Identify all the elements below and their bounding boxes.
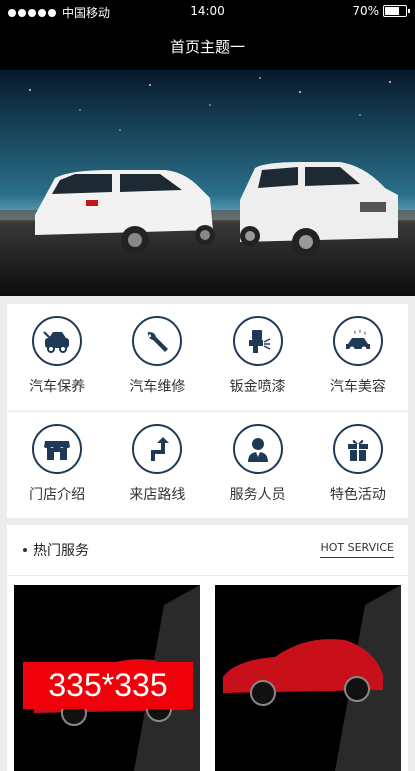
service-label: 钣金喷漆 xyxy=(229,379,286,395)
service-label: 汽车维修 xyxy=(129,379,186,395)
image-size-placeholder: 335*335 xyxy=(23,662,193,709)
gift-icon xyxy=(332,424,383,474)
car-maintenance-icon xyxy=(32,316,83,366)
service-item-beauty[interactable]: 汽车美容 xyxy=(308,304,408,411)
store-icon xyxy=(32,424,83,474)
product-card[interactable]: 335*335 xyxy=(14,585,200,771)
page-title: 首页主题一 xyxy=(0,24,415,70)
service-label: 汽车美容 xyxy=(329,379,386,395)
car-wash-icon xyxy=(332,316,383,366)
service-row: 汽车保养 汽车维修 钣金喷漆 汽车美容 xyxy=(7,304,408,411)
bullet-icon xyxy=(23,548,27,552)
product-list: 335*335 xyxy=(7,576,408,771)
service-item-staff[interactable]: 服务人员 xyxy=(208,412,308,518)
service-label: 服务人员 xyxy=(229,487,286,503)
staff-icon xyxy=(232,424,283,474)
service-label: 来店路线 xyxy=(129,487,186,503)
service-row: 门店介绍 来店路线 服务人员 特色活动 xyxy=(7,411,408,518)
status-bar: 中国移动 14:00 70% xyxy=(0,0,415,24)
spray-gun-icon xyxy=(232,316,283,366)
service-label: 门店介绍 xyxy=(29,487,86,503)
battery-percent: 70% xyxy=(352,4,379,18)
service-item-events[interactable]: 特色活动 xyxy=(308,412,408,518)
service-item-repair[interactable]: 汽车维修 xyxy=(107,304,207,411)
section-subtitle[interactable]: HOT SERVICE xyxy=(320,541,394,558)
service-grid: 汽车保养 汽车维修 钣金喷漆 汽车美容 门店介绍 来店路线 服务人员 特色活动 xyxy=(7,304,408,518)
service-label: 汽车保养 xyxy=(29,379,86,395)
service-item-maintenance[interactable]: 汽车保养 xyxy=(7,304,107,411)
service-item-route[interactable]: 来店路线 xyxy=(107,412,207,518)
status-right: 70% xyxy=(352,4,410,18)
service-label: 特色活动 xyxy=(329,487,386,503)
service-item-store[interactable]: 门店介绍 xyxy=(7,412,107,518)
hero-banner[interactable] xyxy=(0,70,415,296)
product-image xyxy=(215,585,401,771)
banner-image xyxy=(0,70,415,296)
battery-icon xyxy=(383,5,410,17)
route-icon xyxy=(132,424,183,474)
wrench-icon xyxy=(132,316,183,366)
section-title: 热门服务 xyxy=(33,543,89,559)
hot-service-header: 热门服务 HOT SERVICE xyxy=(7,525,408,575)
service-item-paint[interactable]: 钣金喷漆 xyxy=(208,304,308,411)
product-card[interactable] xyxy=(215,585,401,771)
